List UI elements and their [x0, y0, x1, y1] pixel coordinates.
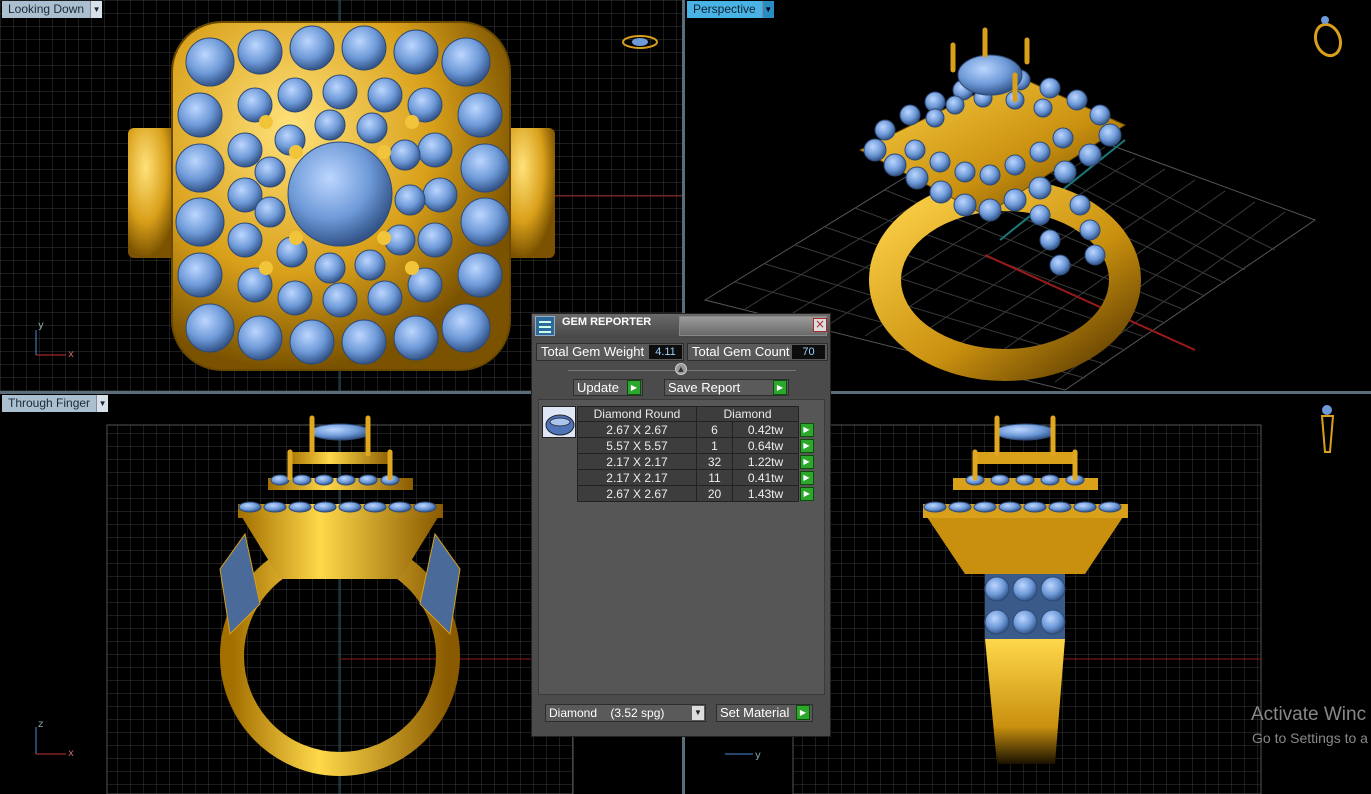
- axis-x-label: x: [68, 349, 74, 360]
- update-button-label: Update: [577, 380, 619, 395]
- play-arrow-icon: ▶: [796, 705, 810, 720]
- set-material-button[interactable]: Set Material ▶: [716, 704, 813, 722]
- set-material-button-label: Set Material: [720, 705, 790, 720]
- dialog-title: GEM REPORTER: [562, 316, 652, 328]
- update-button[interactable]: Update ▶: [573, 379, 643, 396]
- row-go-button[interactable]: ▶: [799, 454, 814, 469]
- gem-reporter-icon: [535, 316, 555, 336]
- table-header-row: Diamond Round Diamond: [577, 406, 815, 422]
- row-go-button[interactable]: ▶: [799, 438, 814, 453]
- table-row[interactable]: 2.67 X 2.67 6 0.42tw ▶: [577, 421, 815, 438]
- gem-count: 1: [696, 437, 733, 454]
- viewport-label-text: Looking Down: [8, 2, 85, 16]
- gem-weight: 1.43tw: [732, 485, 799, 502]
- activate-windows-subtitle: Go to Settings to a: [1252, 730, 1368, 746]
- play-arrow-icon: ▶: [773, 380, 787, 395]
- table-row[interactable]: 2.67 X 2.67 20 1.43tw ▶: [577, 485, 815, 502]
- gem-count: 6: [696, 421, 733, 438]
- gem-size: 2.17 X 2.17: [577, 453, 697, 470]
- gem-count: 32: [696, 453, 733, 470]
- viewport-label-text: Through Finger: [8, 396, 91, 410]
- chevron-down-icon[interactable]: ▼: [90, 1, 103, 18]
- total-gem-weight: Total Gem Weight 4.11: [536, 343, 684, 361]
- total-gem-weight-value: 4.11: [649, 345, 682, 359]
- gem-size: 2.67 X 2.67: [577, 421, 697, 438]
- chevron-down-icon[interactable]: ▼: [96, 395, 109, 412]
- viewport-label-text: Perspective: [693, 2, 756, 16]
- gem-weight: 1.22tw: [732, 453, 799, 470]
- save-report-button-label: Save Report: [668, 380, 741, 395]
- column-header-material: Diamond: [696, 406, 799, 422]
- axis-y-label: y: [755, 750, 761, 761]
- gem-table: Diamond Round Diamond 2.67 X 2.67 6 0.42…: [577, 406, 815, 502]
- gem-weight: 0.41tw: [732, 469, 799, 486]
- save-report-button[interactable]: Save Report ▶: [664, 379, 789, 396]
- viewport-label-through-finger[interactable]: Through Finger ▼: [2, 395, 109, 412]
- material-select-value: Diamond (3.52 spg): [549, 706, 665, 720]
- axis-x-label: x: [68, 748, 74, 759]
- collapse-toggle-icon[interactable]: ▲: [675, 363, 687, 375]
- chevron-down-icon[interactable]: ▼: [761, 1, 774, 18]
- table-row[interactable]: 5.57 X 5.57 1 0.64tw ▶: [577, 437, 815, 454]
- dialog-title-fill: [679, 316, 827, 336]
- row-go-button[interactable]: ▶: [799, 486, 814, 501]
- viewport-label-perspective[interactable]: Perspective ▼: [687, 1, 774, 18]
- gem-report-panel: Diamond Round Diamond 2.67 X 2.67 6 0.42…: [538, 399, 825, 695]
- material-select[interactable]: Diamond (3.52 spg) ▼: [545, 704, 706, 722]
- axis-y-label: y: [38, 320, 44, 331]
- gem-count: 11: [696, 469, 733, 486]
- close-button[interactable]: ×: [813, 318, 827, 332]
- gem-reporter-dialog: GEM REPORTER × Total Gem Weight 4.11 Tot…: [531, 313, 831, 737]
- gem-size: 5.57 X 5.57: [577, 437, 697, 454]
- chevron-down-icon[interactable]: ▼: [692, 706, 704, 720]
- column-header-shape: Diamond Round: [577, 406, 697, 422]
- diamond-round-icon: [542, 406, 576, 438]
- total-gem-count: Total Gem Count 70: [687, 343, 828, 361]
- gem-count: 20: [696, 485, 733, 502]
- row-go-button[interactable]: ▶: [799, 470, 814, 485]
- gem-weight: 0.42tw: [732, 421, 799, 438]
- dialog-title-bar[interactable]: GEM REPORTER ×: [532, 314, 830, 338]
- row-go-button[interactable]: ▶: [799, 422, 814, 437]
- table-row[interactable]: 2.17 X 2.17 11 0.41tw ▶: [577, 469, 815, 486]
- activate-windows-title: Activate Winc: [1251, 704, 1367, 725]
- total-gem-count-value: 70: [792, 345, 825, 359]
- play-arrow-icon: ▶: [627, 380, 641, 395]
- gem-size: 2.17 X 2.17: [577, 469, 697, 486]
- table-row[interactable]: 2.17 X 2.17 32 1.22tw ▶: [577, 453, 815, 470]
- gem-weight: 0.64tw: [732, 437, 799, 454]
- axis-z-label: z: [38, 719, 43, 730]
- gem-size: 2.67 X 2.67: [577, 485, 697, 502]
- total-gem-count-label: Total Gem Count: [692, 344, 790, 359]
- viewport-label-looking-down[interactable]: Looking Down ▼: [2, 1, 103, 18]
- total-gem-weight-label: Total Gem Weight: [541, 344, 645, 359]
